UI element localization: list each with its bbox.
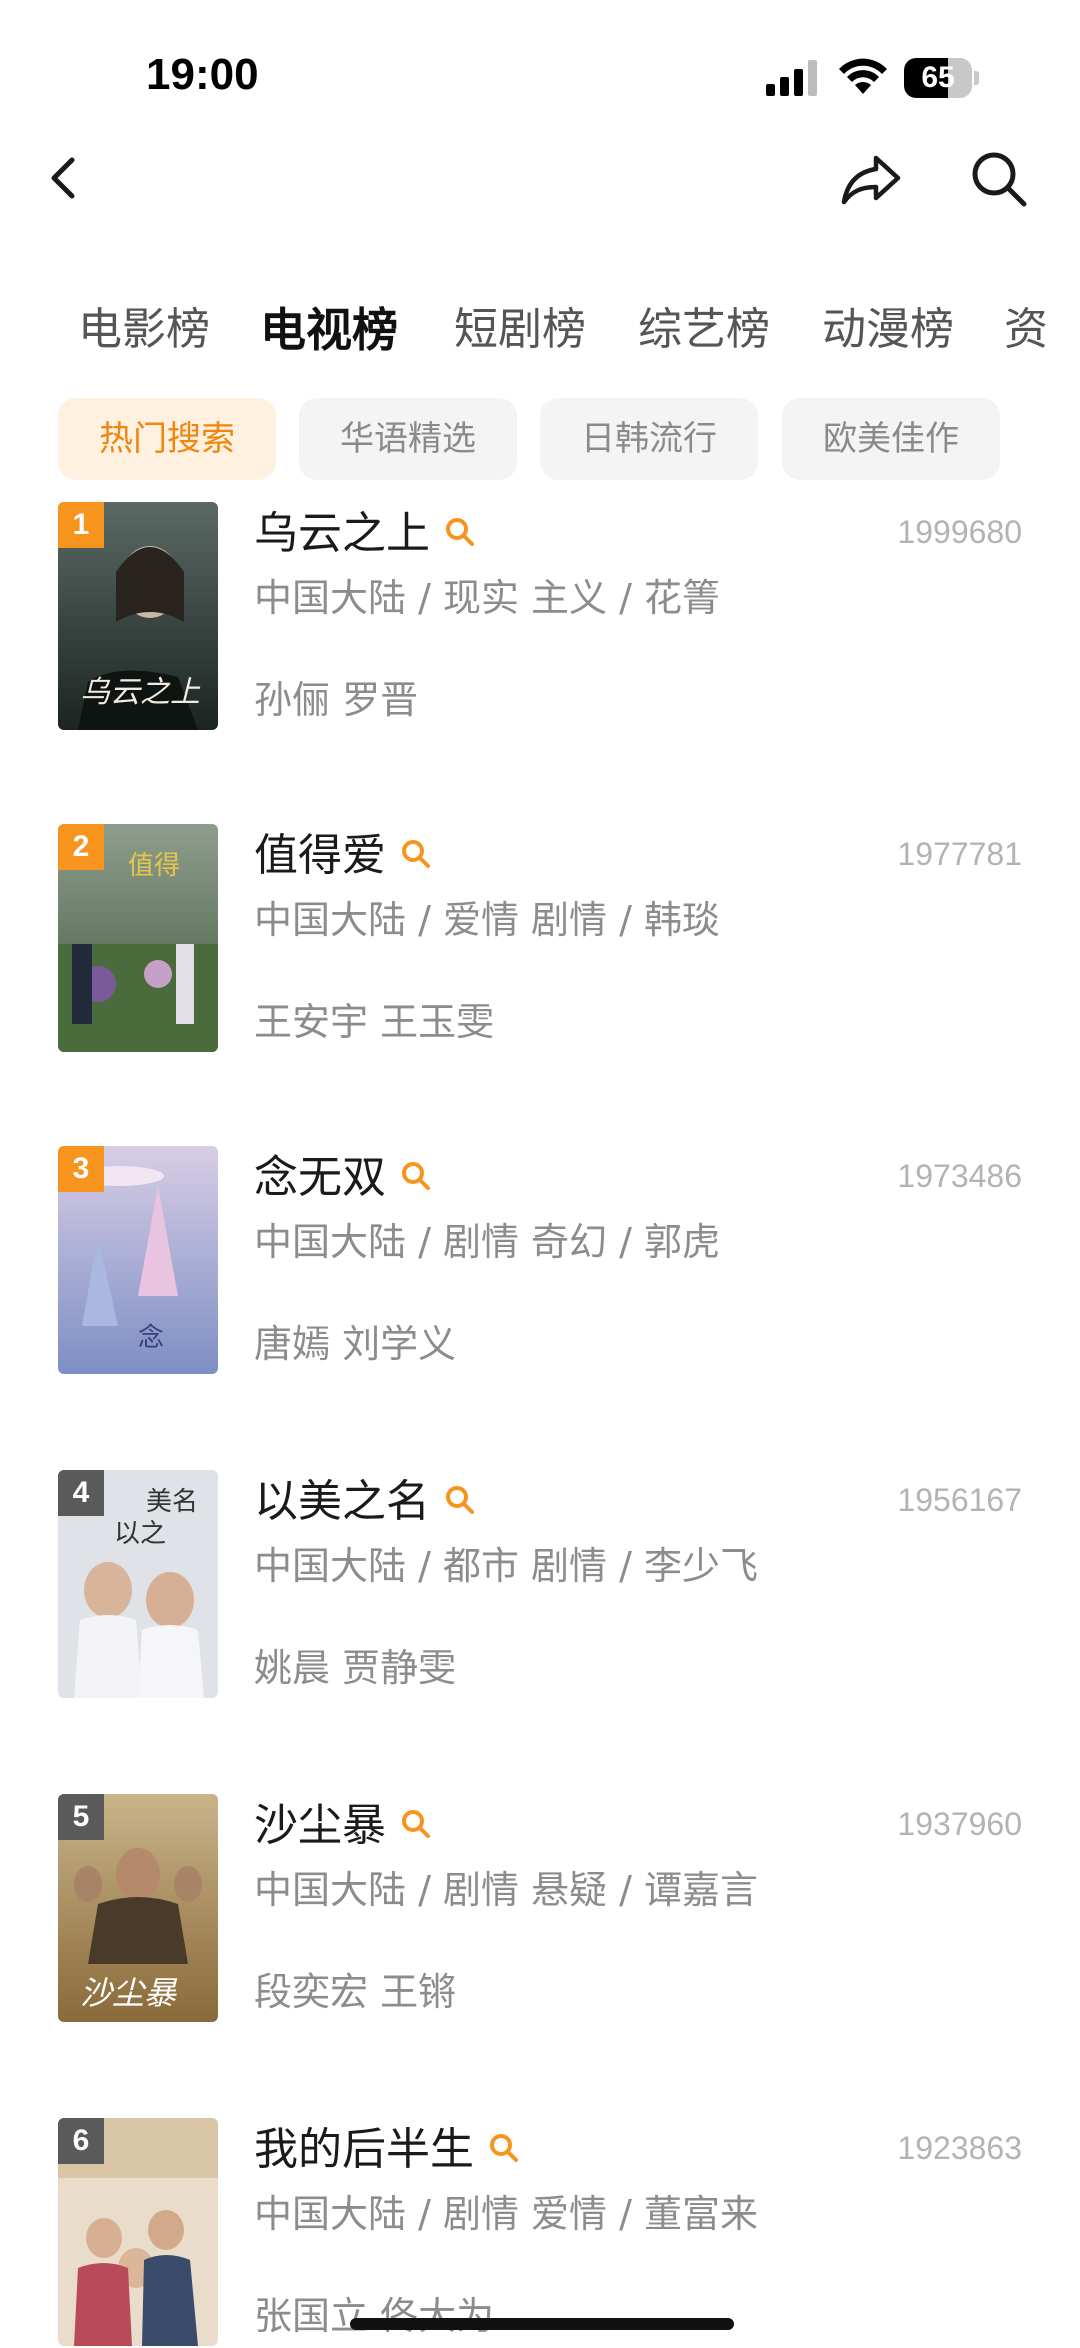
battery-icon: 65: [904, 58, 980, 98]
show-meta: 中国大陆 / 剧情 爱情 / 董富来: [254, 2192, 759, 2236]
home-indicator[interactable]: [350, 2318, 734, 2330]
show-cast: 姚晨 贾静雯: [254, 1646, 457, 1690]
hot-score: 1973486: [897, 1158, 1022, 1194]
tab-anime[interactable]: 动漫榜: [822, 290, 954, 370]
poster-image[interactable]: 美名 以之 4: [58, 1470, 218, 1698]
rank-badge: 5: [58, 1794, 104, 1840]
search-icon[interactable]: [400, 1160, 432, 1192]
chip-chinese-picks[interactable]: 华语精选: [299, 398, 517, 480]
tab-movies[interactable]: 电影榜: [78, 290, 210, 370]
show-title[interactable]: 念无双: [254, 1148, 432, 1208]
rank-badge: 1: [58, 502, 104, 548]
chip-japan-korea[interactable]: 日韩流行: [540, 398, 758, 480]
show-cast: 王安宇 王玉雯: [254, 1000, 495, 1044]
show-cast: 唐嫣 刘学义: [254, 1322, 457, 1366]
tab-variety[interactable]: 综艺榜: [638, 290, 770, 370]
svg-text:乌云之上: 乌云之上: [80, 675, 201, 710]
show-meta: 中国大陆 / 都市 剧情 / 李少飞: [254, 1544, 759, 1588]
poster-image[interactable]: 乌云之上 1: [58, 502, 218, 730]
list-item[interactable]: 值得 2 值得爱 1977781 中国大陆 / 爱情 剧情 / 韩琰 王安宇 王…: [0, 824, 1080, 1054]
show-title-text: 我的后半生: [254, 2124, 474, 2175]
rank-badge: 2: [58, 824, 104, 870]
poster-image[interactable]: 值得 2: [58, 824, 218, 1052]
svg-text:沙尘暴: 沙尘暴: [80, 1974, 178, 2012]
search-icon[interactable]: [400, 1808, 432, 1840]
wifi-icon: [839, 58, 887, 94]
back-chevron-icon[interactable]: [40, 148, 90, 208]
show-meta: 中国大陆 / 现实 主义 / 花箐: [254, 576, 721, 620]
search-icon[interactable]: [444, 516, 476, 548]
show-title[interactable]: 值得爱: [254, 826, 432, 886]
hot-score: 1977781: [897, 836, 1022, 872]
show-title-text: 沙尘暴: [254, 1800, 386, 1851]
chip-hot-search[interactable]: 热门搜索: [58, 398, 276, 480]
tab-short-drama[interactable]: 短剧榜: [454, 290, 586, 370]
show-title-text: 乌云之上: [254, 508, 430, 559]
list-item[interactable]: 6 我的后半生 1923863 中国大陆 / 剧情 爱情 / 董富来 张国立 佟…: [0, 2118, 1080, 2348]
status-bar: 19:00 65: [0, 0, 1080, 150]
poster-image[interactable]: 念 3: [58, 1146, 218, 1374]
svg-text:念: 念: [138, 1323, 164, 1353]
search-icon[interactable]: [400, 838, 432, 870]
svg-text:美名: 美名: [146, 1487, 198, 1517]
show-cast: 孙俪 罗晋: [254, 678, 419, 722]
show-title[interactable]: 沙尘暴: [254, 1796, 432, 1856]
share-icon[interactable]: [838, 150, 904, 210]
tab-more[interactable]: 资: [1004, 290, 1048, 370]
search-icon[interactable]: [968, 148, 1030, 210]
list-item[interactable]: 美名 以之 4 以美之名 1956167 中国大陆 / 都市 剧情 / 李少飞 …: [0, 1470, 1080, 1700]
chip-western[interactable]: 欧美佳作: [782, 398, 1000, 480]
show-title[interactable]: 乌云之上: [254, 504, 476, 564]
search-icon[interactable]: [444, 1484, 476, 1516]
rank-badge: 4: [58, 1470, 104, 1516]
rank-badge: 3: [58, 1146, 104, 1192]
hot-score: 1999680: [897, 514, 1022, 550]
poster-image[interactable]: 6: [58, 2118, 218, 2346]
search-icon[interactable]: [488, 2132, 520, 2164]
category-tabs: 电影榜 电视榜 短剧榜 综艺榜 动漫榜 资: [0, 290, 1080, 370]
poster-image[interactable]: 沙尘暴 5: [58, 1794, 218, 2022]
hot-score: 1937960: [897, 1806, 1022, 1842]
show-title-text: 念无双: [254, 1152, 386, 1203]
show-meta: 中国大陆 / 爱情 剧情 / 韩琰: [254, 898, 721, 942]
battery-level: 65: [921, 61, 955, 94]
show-title[interactable]: 以美之名: [254, 1472, 476, 1532]
show-title[interactable]: 我的后半生: [254, 2120, 520, 2180]
svg-text:以之: 以之: [114, 1519, 166, 1549]
tab-tv[interactable]: 电视榜: [260, 290, 398, 370]
svg-text:值得: 值得: [128, 851, 180, 881]
cellular-signal-icon: [766, 60, 817, 96]
show-meta: 中国大陆 / 剧情 奇幻 / 郭虎: [254, 1220, 721, 1264]
rank-badge: 6: [58, 2118, 104, 2164]
list-item[interactable]: 念 3 念无双 1973486 中国大陆 / 剧情 奇幻 / 郭虎 唐嫣 刘学义: [0, 1146, 1080, 1376]
hot-score: 1956167: [897, 1482, 1022, 1518]
list-item[interactable]: 乌云之上 1 乌云之上 1999680 中国大陆 / 现实 主义 / 花箐 孙俪…: [0, 502, 1080, 732]
show-meta: 中国大陆 / 剧情 悬疑 / 谭嘉言: [254, 1868, 759, 1912]
show-cast: 张国立 佟大为: [254, 2294, 495, 2338]
hot-score: 1923863: [897, 2130, 1022, 2166]
status-time: 19:00: [146, 50, 259, 99]
list-item[interactable]: 沙尘暴 5 沙尘暴 1937960 中国大陆 / 剧情 悬疑 / 谭嘉言 段奕宏…: [0, 1794, 1080, 2024]
show-title-text: 值得爱: [254, 830, 386, 881]
show-cast: 段奕宏 王锵: [254, 1970, 457, 2014]
show-title-text: 以美之名: [254, 1476, 430, 1527]
